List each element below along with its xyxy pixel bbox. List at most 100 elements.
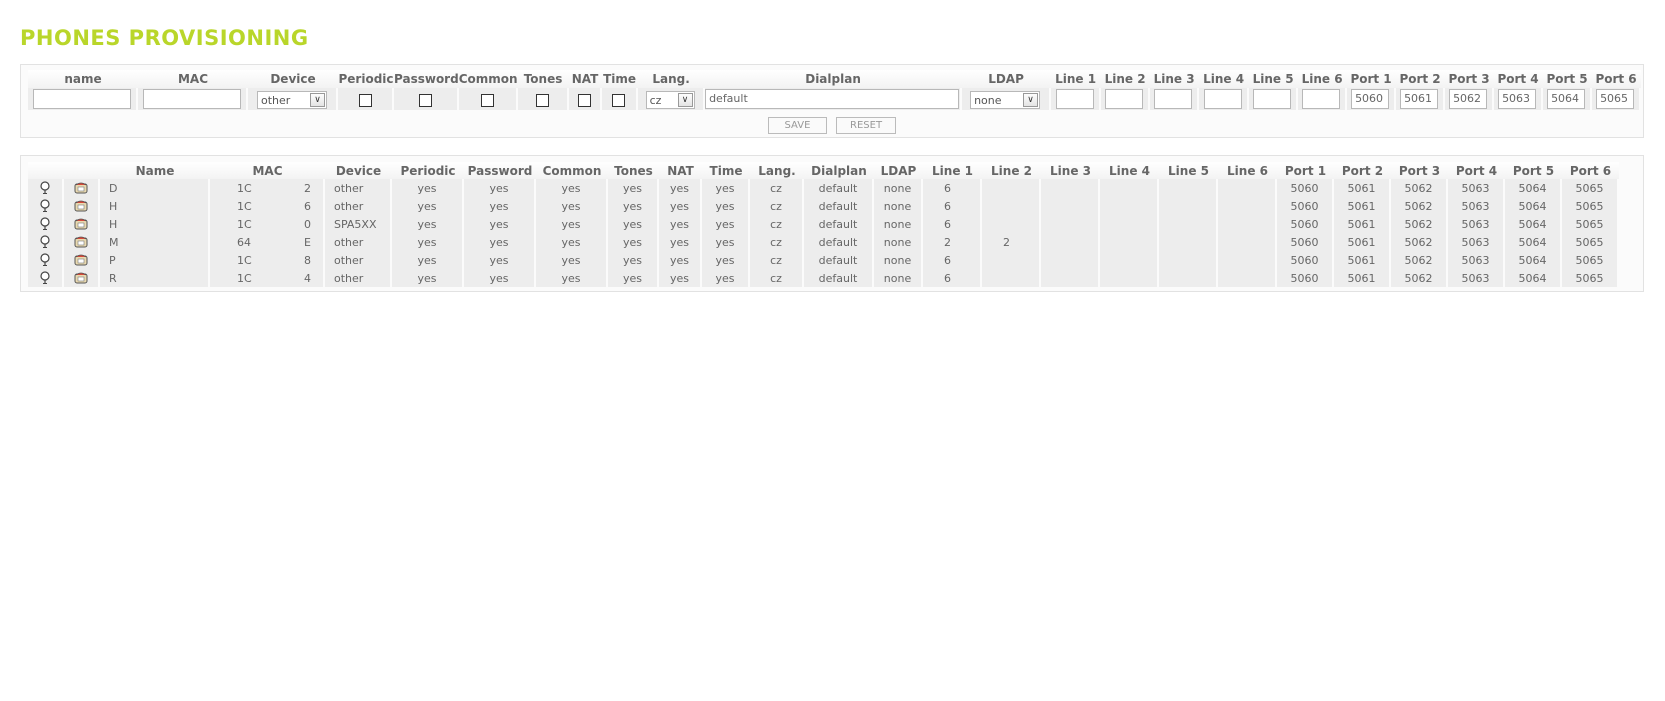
phone-nat: yes [659, 197, 702, 215]
phone-line3 [1041, 215, 1100, 233]
phone-line5 [1159, 179, 1218, 197]
chevron-down-icon: ∨ [1023, 92, 1039, 107]
phone-port3: 5062 [1391, 269, 1448, 287]
phone-port2: 5061 [1334, 179, 1391, 197]
mac-suffix: 2 [304, 181, 311, 195]
bulb-icon[interactable] [39, 181, 51, 195]
port6-input[interactable]: 5065 [1596, 89, 1635, 110]
phone-password: yes [464, 197, 536, 215]
phone-port2: 5061 [1334, 215, 1391, 233]
phone-lang: cz [750, 233, 804, 251]
line4-input[interactable] [1203, 89, 1242, 110]
bulb-cell [28, 269, 64, 287]
phone-cell [64, 251, 100, 269]
phone-device: other [325, 251, 392, 269]
periodic-checkbox[interactable] [358, 93, 372, 107]
phone-line4 [1100, 251, 1159, 269]
phone-mac: 1C 2 [210, 179, 325, 197]
port4-input[interactable]: 5063 [1498, 89, 1537, 110]
phone-device: SPA5XX [325, 215, 392, 233]
phone-tones: yes [608, 215, 659, 233]
port3-input[interactable]: 5062 [1449, 89, 1488, 110]
form-header: Line 6 [1297, 70, 1347, 88]
phone-line1: 6 [923, 197, 982, 215]
line5-input[interactable] [1253, 89, 1292, 110]
phone-line2 [982, 251, 1041, 269]
mac-prefix: 1C [237, 253, 252, 267]
port5-input[interactable]: 5064 [1547, 89, 1586, 110]
reset-button[interactable]: RESET [836, 117, 897, 134]
phone-icon[interactable] [74, 254, 88, 266]
line3-input[interactable] [1154, 89, 1193, 110]
phone-tones: yes [608, 233, 659, 251]
port1-input[interactable]: 5060 [1351, 89, 1390, 110]
form-header: Common [458, 70, 518, 88]
phone-line3 [1041, 251, 1100, 269]
column-header: Periodic [392, 162, 464, 179]
password-checkbox[interactable] [418, 93, 432, 107]
bulb-cell [28, 251, 64, 269]
phone-line5 [1159, 269, 1218, 287]
column-header: Port 5 [1505, 162, 1562, 179]
mac-input[interactable] [143, 89, 241, 110]
phone-password: yes [464, 215, 536, 233]
line1-input[interactable] [1055, 89, 1094, 110]
form-header: Password [394, 70, 459, 88]
common-checkbox[interactable] [480, 93, 494, 107]
phone-port2: 5061 [1334, 269, 1391, 287]
dialplan-input[interactable]: default [705, 89, 960, 110]
nat-checkbox[interactable] [577, 93, 591, 107]
column-header: Time [702, 162, 750, 179]
phone-icon[interactable] [74, 182, 88, 194]
phone-nat: yes [659, 269, 702, 287]
column-header: Port 3 [1391, 162, 1448, 179]
column-header: NAT [659, 162, 702, 179]
port2-input[interactable]: 5061 [1400, 89, 1439, 110]
mac-prefix: 1C [237, 271, 252, 285]
column-header: Password [464, 162, 536, 179]
phone-port1: 5060 [1277, 233, 1334, 251]
line2-input[interactable] [1105, 89, 1144, 110]
phone-line3 [1041, 269, 1100, 287]
device-select[interactable]: other ∨ [257, 90, 327, 109]
phone-device: other [325, 269, 392, 287]
mac-suffix: 0 [304, 217, 311, 231]
phone-nat: yes [659, 215, 702, 233]
phone-line2 [982, 197, 1041, 215]
phone-device: other [325, 179, 392, 197]
phone-common: yes [536, 269, 608, 287]
phone-line5 [1159, 251, 1218, 269]
phone-tones: yes [608, 179, 659, 197]
column-header: Name [100, 162, 210, 179]
phones-list-panel: Name MAC Device Periodic Password Common… [20, 155, 1644, 292]
phone-port6: 5065 [1562, 269, 1619, 287]
phone-icon[interactable] [74, 218, 88, 230]
phone-line6 [1218, 233, 1277, 251]
bulb-icon[interactable] [39, 199, 51, 213]
tones-checkbox[interactable] [535, 93, 549, 107]
bulb-icon[interactable] [39, 235, 51, 249]
phone-icon[interactable] [74, 200, 88, 212]
column-header: MAC [210, 162, 325, 179]
phone-line6 [1218, 269, 1277, 287]
column-header: Line 4 [1100, 162, 1159, 179]
phone-cell [64, 179, 100, 197]
bulb-icon[interactable] [39, 217, 51, 231]
name-input[interactable] [33, 89, 131, 110]
bulb-icon[interactable] [39, 271, 51, 285]
form-header-row: name MAC Device Periodic Password Common… [28, 70, 1641, 88]
column-header: Lang. [750, 162, 804, 179]
bulb-cell [28, 197, 64, 215]
save-button[interactable]: SAVE [767, 117, 827, 134]
phone-icon[interactable] [74, 272, 88, 284]
lang-select[interactable]: cz ∨ [645, 90, 695, 109]
time-checkbox[interactable] [612, 93, 626, 107]
ldap-select[interactable]: none ∨ [970, 90, 1041, 109]
form-header: Lang. [637, 70, 705, 88]
phone-icon[interactable] [74, 236, 88, 248]
line6-input[interactable] [1302, 89, 1341, 110]
form-header: Line 3 [1149, 70, 1199, 88]
bulb-icon[interactable] [39, 253, 51, 267]
phone-port6: 5065 [1562, 179, 1619, 197]
phone-periodic: yes [392, 179, 464, 197]
